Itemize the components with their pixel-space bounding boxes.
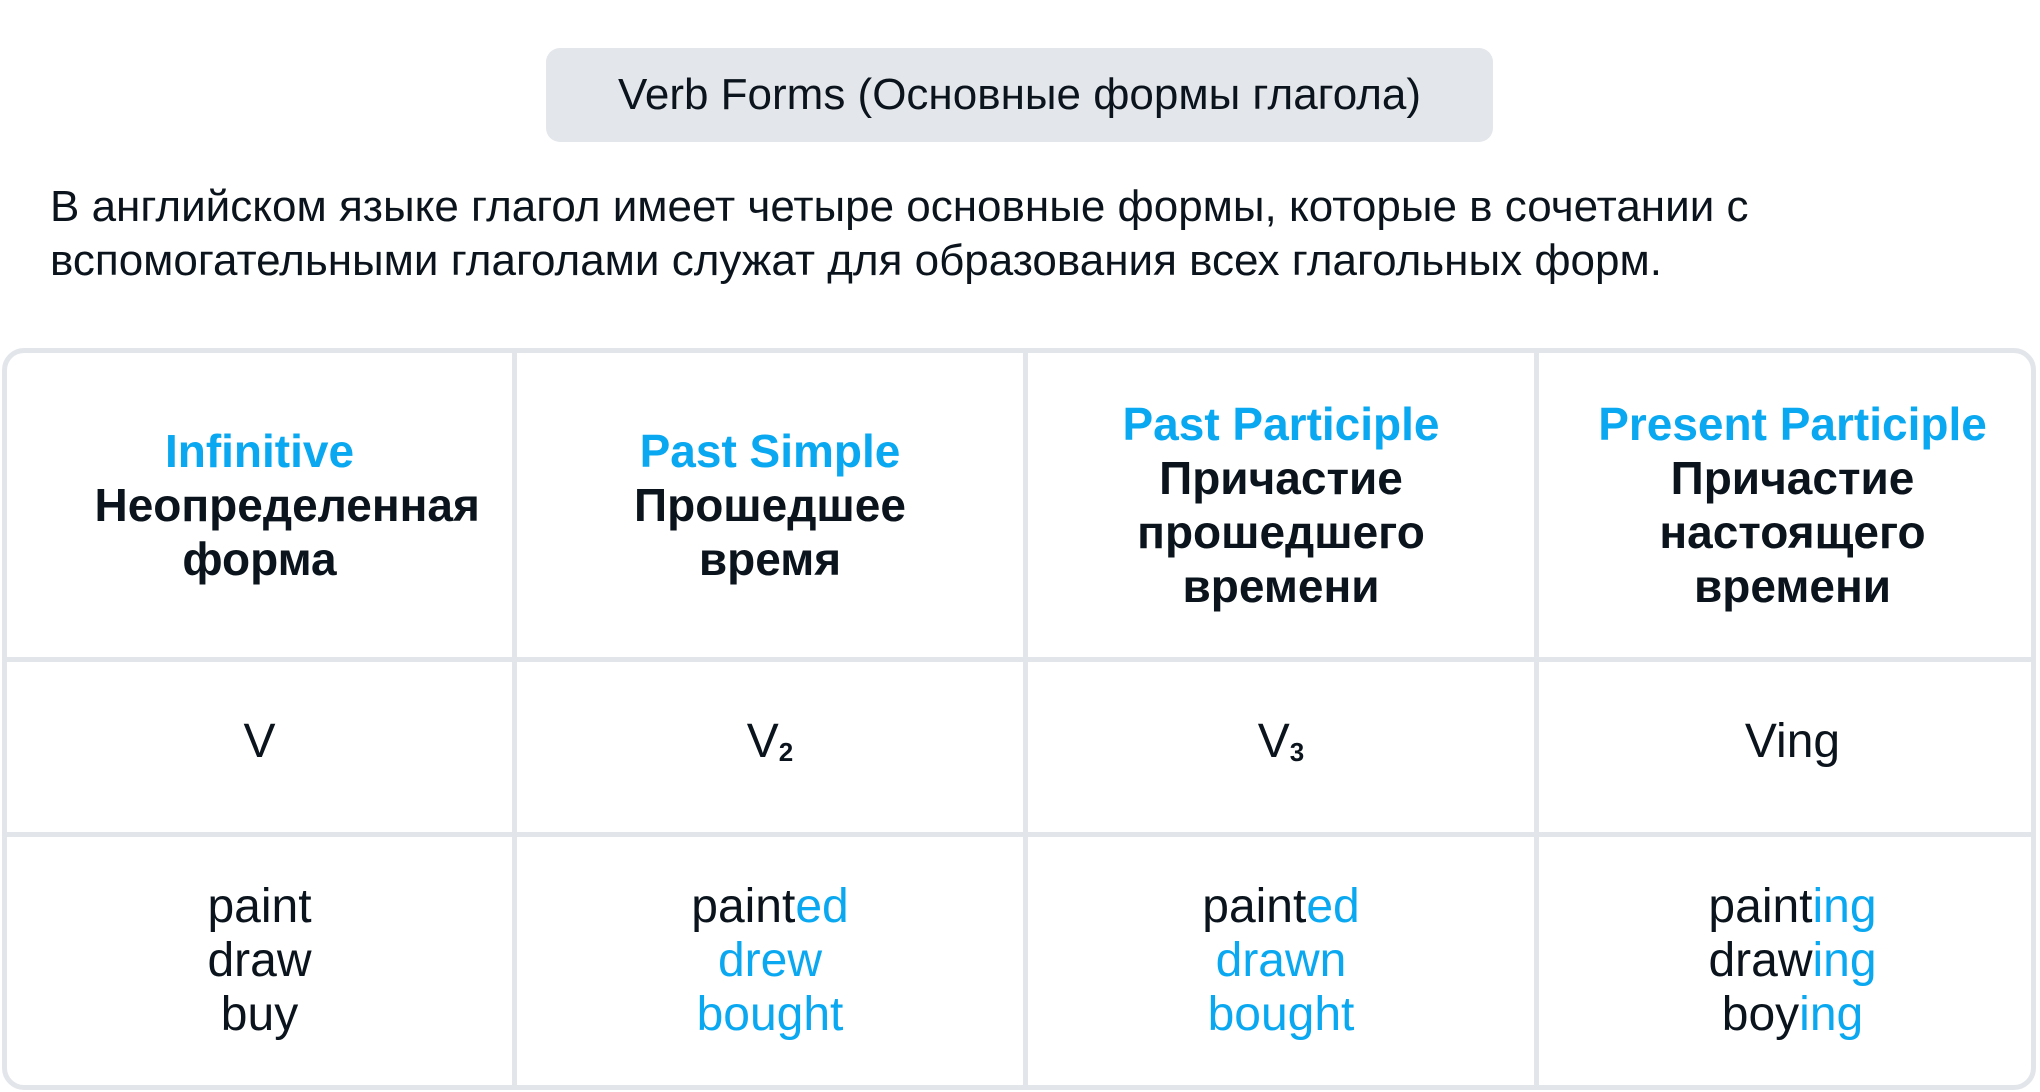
example-suffix: drew xyxy=(717,934,823,987)
formula-subscript: 2 xyxy=(778,737,794,767)
formula: V2 xyxy=(747,715,793,779)
examples-cell: painting drawing boying xyxy=(1539,837,2031,1085)
page-title-badge: Verb Forms (Основные формы глагола) xyxy=(546,48,1493,142)
formula-subscript: 3 xyxy=(1289,737,1305,767)
example-base: paint xyxy=(207,880,312,933)
page-title: Verb Forms (Основные формы глагола) xyxy=(617,70,1422,119)
example-word: painted xyxy=(691,880,848,934)
header-cell-past-participle: Past Participle Причастие прошедшего вре… xyxy=(1028,353,1534,657)
example-suffix: ed xyxy=(1306,880,1360,933)
example-suffix: bought xyxy=(696,988,844,1041)
example-suffix: ing xyxy=(1812,880,1877,933)
example-base: paint xyxy=(691,880,796,933)
header-cell-past-simple: Past Simple Прошедшее время xyxy=(517,353,1023,657)
formula-cell: V3 xyxy=(1028,662,1534,832)
header-ru: Прошедшее время xyxy=(634,479,906,585)
example-base: draw xyxy=(207,934,312,987)
formula-base: Ving xyxy=(1744,715,1841,768)
header-en: Past Simple xyxy=(639,425,901,477)
example-word: boying xyxy=(1708,988,1876,1042)
example-word: painted xyxy=(1202,880,1359,934)
formula-base: V xyxy=(1257,715,1290,768)
formula: V xyxy=(243,715,275,779)
example-word: drew xyxy=(691,934,848,988)
example-base: boy xyxy=(1721,988,1800,1041)
examples-list: painted drew bought xyxy=(691,880,848,1042)
formula: V3 xyxy=(1258,715,1304,779)
example-word: buy xyxy=(207,988,311,1042)
example-suffix: drawn xyxy=(1215,934,1347,987)
examples-cell: painted drawn bought xyxy=(1028,837,1534,1085)
example-word: draw xyxy=(207,934,311,988)
header-en: Present Participle xyxy=(1598,398,1987,450)
formula-base: V xyxy=(243,715,276,768)
header-ru: Неопределенная форма xyxy=(94,479,480,585)
example-suffix: ed xyxy=(795,880,849,933)
header-ru: Причастие прошедшего времени xyxy=(1137,452,1425,612)
example-base: paint xyxy=(1708,880,1813,933)
example-suffix: bought xyxy=(1207,988,1355,1041)
header-en: Infinitive xyxy=(164,425,355,477)
formula-cell: Ving xyxy=(1539,662,2031,832)
examples-list: painting drawing boying xyxy=(1708,880,1876,1042)
example-word: paint xyxy=(207,880,311,934)
header-en: Past Participle xyxy=(1122,398,1440,450)
header-ru: Причастие настоящего времени xyxy=(1659,452,1926,612)
examples-cell: painted drew bought xyxy=(517,837,1023,1085)
examples-cell: paint draw buy xyxy=(7,837,512,1085)
header-cell-infinitive: Infinitive Неопределенная форма xyxy=(7,353,512,657)
formula-cell: V2 xyxy=(517,662,1023,832)
formula-base: V xyxy=(746,715,779,768)
example-word: painting xyxy=(1708,880,1876,934)
intro-paragraph: В английском языке глагол имеет четыре о… xyxy=(50,182,1749,285)
example-suffix: ing xyxy=(1799,988,1864,1041)
example-base: buy xyxy=(220,988,299,1041)
example-suffix: ing xyxy=(1812,934,1877,987)
examples-list: painted drawn bought xyxy=(1202,880,1359,1042)
formula: Ving xyxy=(1745,715,1840,779)
example-word: drawing xyxy=(1708,934,1876,988)
example-base: draw xyxy=(1708,934,1813,987)
header-cell-present-participle: Present Participle Причастие настоящего … xyxy=(1539,353,2031,657)
example-word: bought xyxy=(1202,988,1359,1042)
formula-cell: V xyxy=(7,662,512,832)
example-word: bought xyxy=(691,988,848,1042)
examples-list: paint draw buy xyxy=(207,880,311,1042)
example-word: drawn xyxy=(1202,934,1359,988)
verb-forms-table: Infinitive Неопределенная форма Past Sim… xyxy=(2,348,2036,1090)
example-base: paint xyxy=(1202,880,1307,933)
